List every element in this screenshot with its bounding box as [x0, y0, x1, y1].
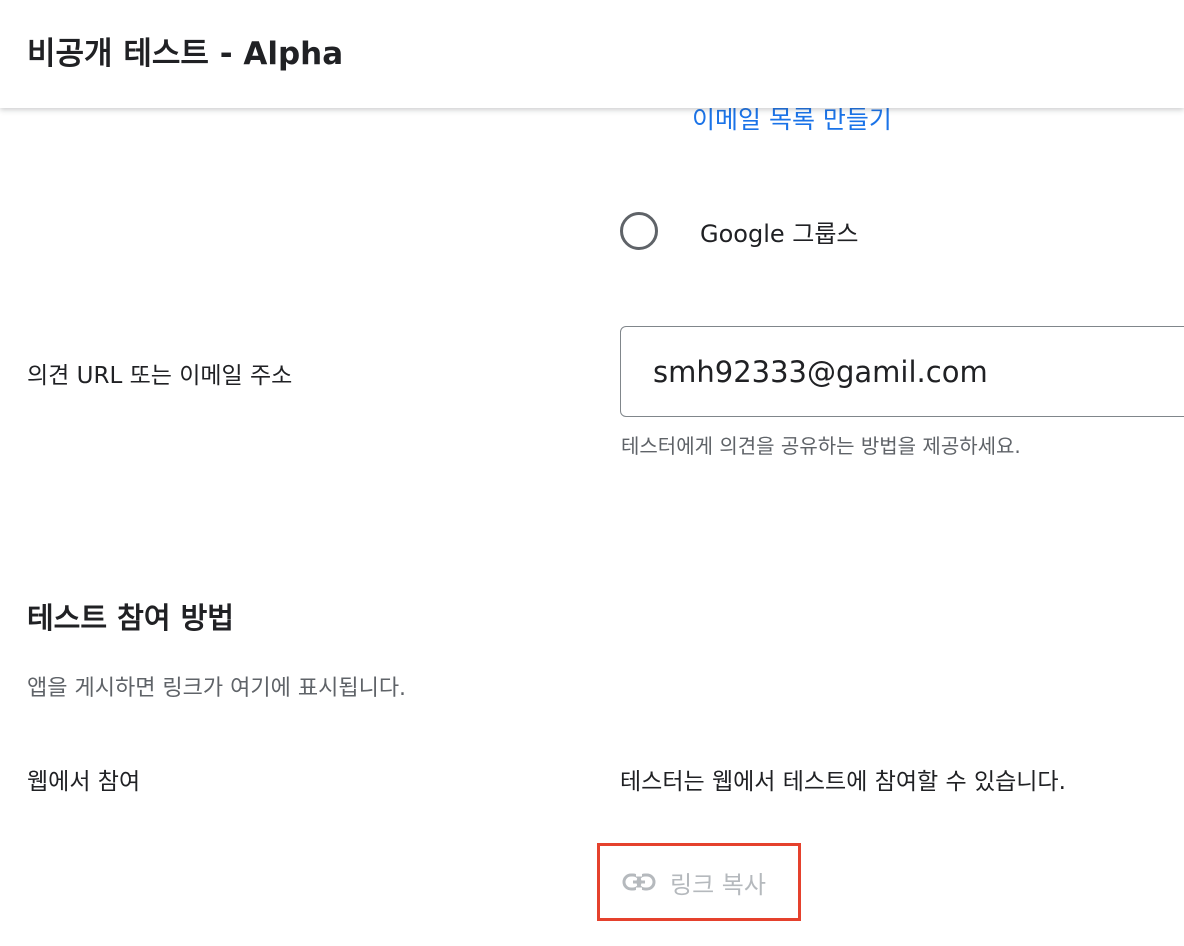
join-on-web-description: 테스터는 웹에서 테스트에 참여할 수 있습니다. [620, 769, 1066, 795]
google-groups-radio[interactable] [620, 212, 658, 250]
link-icon [622, 871, 656, 893]
copy-link-button[interactable]: 링크 복사 [610, 855, 778, 909]
join-section-description: 앱을 게시하면 링크가 여기에 표시됩니다. [27, 676, 407, 701]
join-section-title: 테스트 참여 방법 [27, 601, 234, 635]
google-groups-radio-option[interactable]: Google 그룹스 [620, 211, 859, 251]
page: 이메일 목록 만들기 비공개 테스트 - Alpha Google 그룹스 의견… [0, 0, 1184, 946]
page-title: 비공개 테스트 - Alpha [27, 36, 344, 72]
google-groups-label: Google 그룹스 [700, 219, 859, 248]
join-on-web-label: 웹에서 참여 [27, 769, 141, 795]
copy-link-label: 링크 복사 [670, 870, 766, 899]
feedback-url-input[interactable] [620, 326, 1184, 417]
feedback-field-label: 의견 URL 또는 이메일 주소 [27, 363, 293, 389]
feedback-help-text: 테스터에게 의견을 공유하는 방법을 제공하세요. [621, 434, 1021, 458]
page-header: 비공개 테스트 - Alpha [0, 0, 1184, 108]
